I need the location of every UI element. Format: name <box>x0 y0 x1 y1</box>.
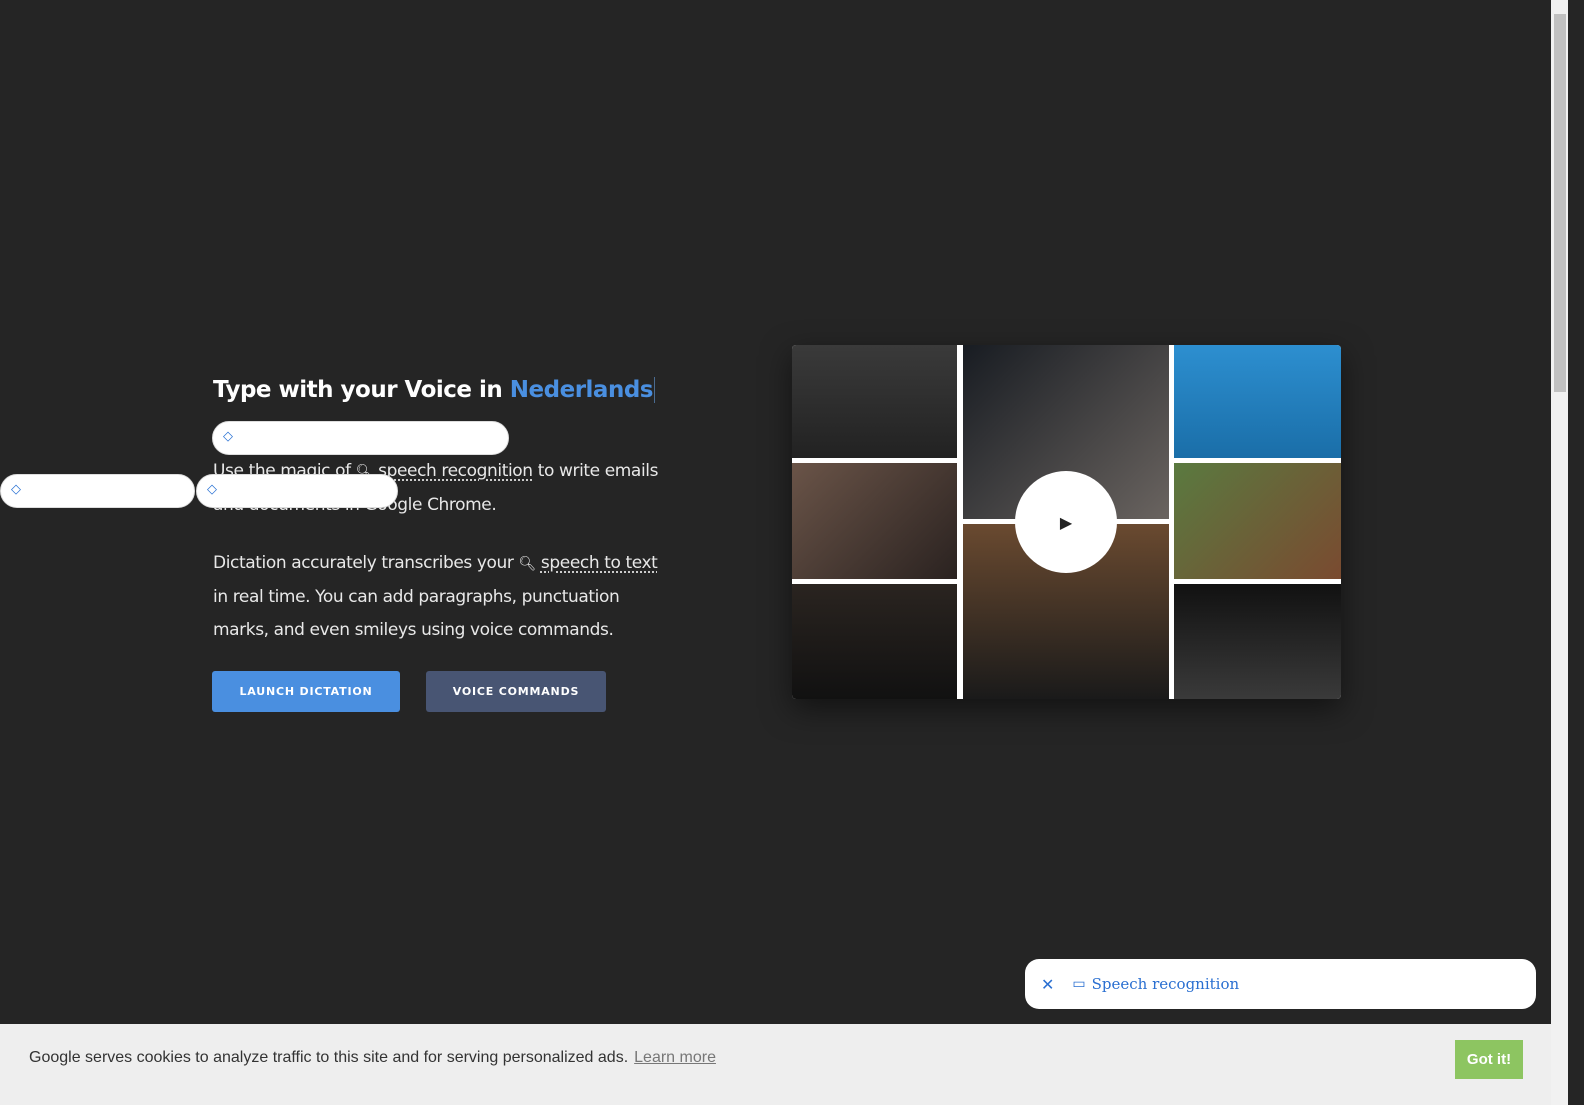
tag-icon: ◇ <box>223 429 233 444</box>
play-icon: ▶ <box>1059 512 1073 532</box>
speech-recognition-toast: ✕ ▭ Speech recognition <box>1025 959 1536 1009</box>
portrait-tile <box>1174 584 1341 699</box>
description-paragraph: Dictation accurately transcribes your 🔍︎… <box>213 553 658 640</box>
annotation-pill[interactable]: ◇ <box>212 421 509 455</box>
scrollbar-thumb[interactable] <box>1554 14 1566 392</box>
speech-recognition-link[interactable]: speech recognition <box>378 461 533 481</box>
annotation-pill[interactable]: ◇ <box>196 474 398 508</box>
cookie-message: Google serves cookies to analyze traffic… <box>29 1049 629 1066</box>
portrait-tile <box>792 463 957 579</box>
annotation-pill[interactable]: ◇ <box>0 474 195 508</box>
page-title: Type with your Voice in Nederlands <box>213 377 655 403</box>
speech-to-text-link[interactable]: speech to text <box>541 553 658 573</box>
portrait-tile <box>792 584 957 699</box>
tag-icon: ◇ <box>11 482 21 497</box>
tag-icon: ◇ <box>207 482 217 497</box>
toast-label[interactable]: Speech recognition <box>1092 975 1240 993</box>
learn-more-link[interactable]: Learn more <box>634 1049 716 1066</box>
cookie-banner: Google serves cookies to analyze traffic… <box>0 1024 1551 1105</box>
portrait-tile <box>792 345 957 458</box>
portrait-tile <box>1174 463 1341 579</box>
got-it-button[interactable]: Got it! <box>1455 1040 1523 1079</box>
portrait-tile <box>1174 345 1341 458</box>
close-icon[interactable]: ✕ <box>1041 975 1054 994</box>
play-button[interactable]: ▶ <box>1015 471 1117 573</box>
launch-dictation-button[interactable]: LAUNCH DICTATION <box>212 671 400 712</box>
devices-icon: ▭ <box>1072 976 1086 992</box>
voice-commands-button[interactable]: VOICE COMMANDS <box>426 671 606 712</box>
language-link[interactable]: Nederlands <box>509 377 655 403</box>
search-icon: 🔍︎ <box>518 556 537 572</box>
